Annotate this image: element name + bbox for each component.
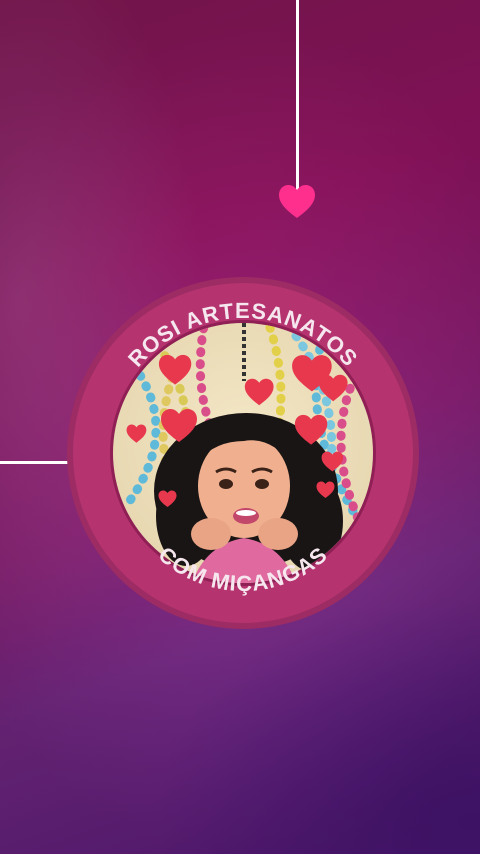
logo-badge: ROSI ARTESANATOS COM MIÇANGAS [67, 277, 419, 629]
heart-icon [279, 185, 315, 218]
hanging-string-vertical [296, 0, 299, 192]
